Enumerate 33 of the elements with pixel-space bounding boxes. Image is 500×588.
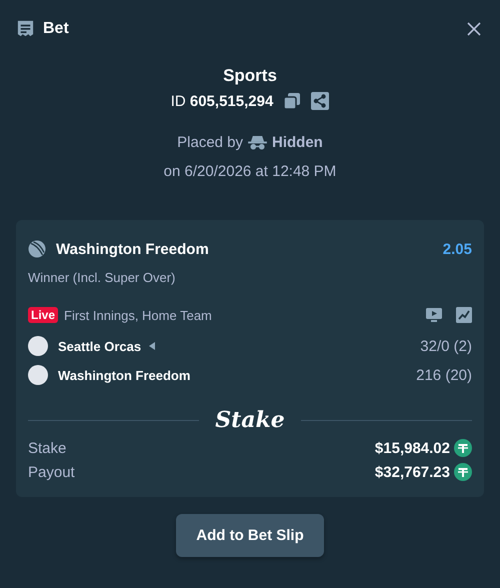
market-name: Winner (Incl. Super Over)	[28, 270, 176, 285]
amount-label: Stake	[28, 440, 66, 456]
user-name: Hidden	[272, 134, 323, 151]
copy-icon[interactable]	[283, 92, 302, 110]
incognito-icon	[248, 135, 268, 150]
bet-date: on 6/20/2026 at 12:48 PM	[164, 163, 336, 180]
bet-category: Sports	[223, 66, 277, 86]
selection-name: Washington Freedom	[56, 240, 209, 258]
coin-icon	[454, 463, 472, 481]
chart-icon[interactable]	[456, 307, 472, 323]
team-name: Seattle Orcas	[58, 338, 142, 354]
team-score: 32/0 (2)	[420, 338, 472, 354]
amount-value: $15,984.02	[374, 440, 450, 456]
amount-value: $32,767.23	[374, 464, 450, 480]
amount-label: Payout	[28, 464, 75, 480]
live-badge: Live	[28, 307, 58, 323]
team-logo-icon	[28, 336, 48, 356]
placed-by-label: Placed by	[177, 134, 244, 151]
dialog-title: Bet	[43, 20, 69, 38]
coin-icon	[454, 439, 472, 457]
receipt-icon	[16, 19, 35, 38]
team-score: 216 (20)	[416, 366, 472, 384]
add-to-bet-slip-button[interactable]: Add to Bet Slip	[176, 514, 324, 557]
ball-icon	[28, 240, 46, 258]
share-icon[interactable]	[311, 92, 330, 110]
match-status: First Innings, Home Team	[64, 308, 212, 322]
team-name: Washington Freedom	[58, 368, 190, 382]
team-logo-icon	[28, 365, 48, 385]
stake-logo: Stake	[215, 407, 285, 433]
bet-id: ID 605,515,294	[170, 92, 274, 110]
tv-play-icon[interactable]	[426, 308, 442, 322]
close-icon[interactable]	[466, 20, 482, 36]
odds-value: 2.05	[442, 240, 472, 258]
